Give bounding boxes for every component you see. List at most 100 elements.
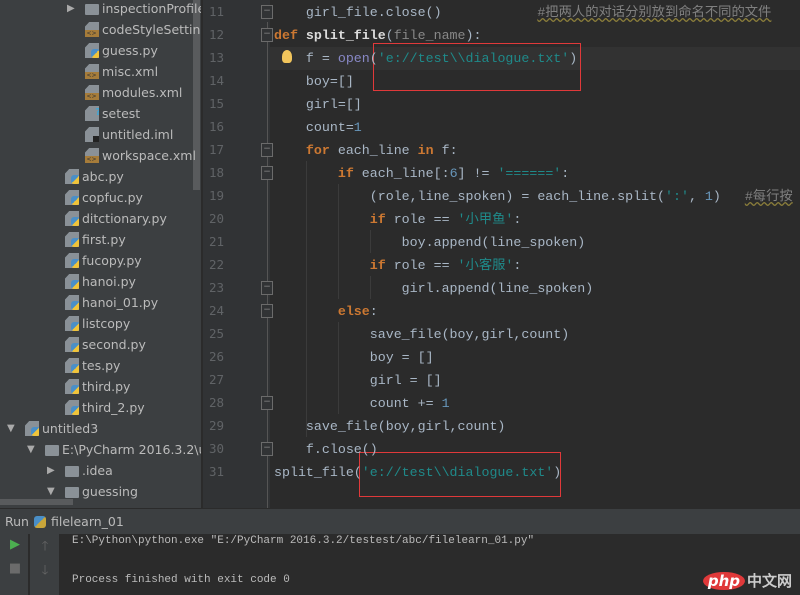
tree-item[interactable]: abc.py [47, 166, 124, 187]
code-line[interactable]: girl_file.close() #把两人的对话分别放到命名不同的文件 [274, 1, 771, 24]
tree-item[interactable]: guess.py [67, 40, 158, 61]
line-number: 16 [209, 119, 225, 134]
code-line[interactable]: if role == '小甲鱼': [274, 208, 522, 231]
code-token-kw: def [274, 28, 306, 43]
code-line[interactable]: (role,line_spoken) = each_line.split(':'… [274, 185, 793, 208]
code-token-kw: if [274, 258, 394, 273]
tree-item[interactable]: ▶ .idea [47, 460, 113, 481]
code-line[interactable]: if each_line[:6] != '======': [274, 162, 569, 185]
code-token: : [561, 166, 570, 181]
tree-item[interactable]: ▼ E:\PyCharm 2016.3.2\unt [27, 439, 201, 460]
code-editor[interactable]: girl_file.close() #把两人的对话分别放到命名不同的文件 def … [270, 0, 800, 508]
project-tree: ▶ inspectionProfiles codeStyleSettings gues… [0, 0, 201, 508]
unk-file-icon [85, 106, 99, 121]
code-line[interactable]: f = open('e://test\\dialogue.txt') [274, 47, 577, 70]
tree-item[interactable]: listcopy [47, 313, 130, 334]
tree-item[interactable]: hanoi_01.py [47, 292, 158, 313]
code-token: ) [569, 51, 578, 66]
code-line[interactable]: else: [274, 300, 378, 323]
line-number: 27 [209, 372, 225, 387]
tree-item-label: workspace.xml [102, 148, 196, 163]
code-token-kw: if [274, 212, 394, 227]
code-line[interactable]: count=1 [274, 116, 362, 139]
tree-item-label: untitled.iml [102, 127, 174, 142]
chevron-down-icon[interactable]: ▼ [7, 418, 19, 439]
tree-item[interactable]: workspace.xml [67, 145, 196, 166]
code-line[interactable]: boy.append(line_spoken) [274, 231, 586, 254]
code-token: : [369, 304, 378, 319]
code-token: ( [369, 51, 378, 66]
tree-item-label: second.py [82, 337, 146, 352]
tree-item[interactable]: third_2.py [47, 397, 145, 418]
code-line[interactable]: save_file(boy,girl,count) [274, 415, 506, 438]
tree-item[interactable]: first.py [47, 229, 126, 250]
fold-guide [267, 22, 268, 508]
code-token: ): [465, 28, 482, 43]
tree-item-label: abc.py [82, 169, 124, 184]
line-number: 22 [209, 257, 225, 272]
code-line[interactable]: girl=[] [274, 93, 362, 116]
python-file-icon [85, 43, 99, 58]
code-line[interactable]: boy = [] [274, 346, 434, 369]
code-line[interactable]: save_file(boy,girl,count) [274, 323, 570, 346]
code-token: save_file(boy,girl,count) [274, 419, 506, 434]
tree-item-label: third.py [82, 379, 131, 394]
code-line[interactable]: def split_file(file_name): [274, 24, 482, 47]
tree-item[interactable]: codeStyleSettings [67, 19, 201, 40]
console-toolbar-secondary: 🡑 🡓 [30, 534, 59, 595]
tree-item[interactable]: modules.xml [67, 82, 182, 103]
tree-item[interactable]: setest [67, 103, 140, 124]
tree-item[interactable]: ▼ guessing [47, 481, 138, 502]
stop-icon[interactable]: ■ [8, 561, 22, 576]
code-line[interactable]: boy=[] [274, 70, 354, 93]
tree-item[interactable]: ditctionary.py [47, 208, 167, 229]
tree-item[interactable]: second.py [47, 334, 146, 355]
tree-item-label: misc.xml [102, 64, 159, 79]
code-token: , [688, 189, 705, 204]
code-token: : [513, 258, 522, 273]
tree-item[interactable]: tes.py [47, 355, 120, 376]
tree-item[interactable]: ▼ untitled3 [7, 418, 98, 439]
run-icon[interactable]: ▶ [8, 537, 22, 552]
tree-item-label: guessing [82, 484, 138, 499]
code-line[interactable]: girl = [] [274, 369, 442, 392]
code-line[interactable]: split_file('e://test\\dialogue.txt') [274, 461, 561, 484]
down-arrow-icon[interactable]: 🡓 [38, 561, 52, 583]
line-number: 18 [209, 165, 225, 180]
line-number: 11 [209, 4, 225, 19]
code-token-cmt: #每行按 [744, 189, 793, 204]
code-token-num: 6 [449, 166, 458, 181]
chevron-down-icon[interactable]: ▼ [27, 439, 39, 460]
code-line[interactable]: for each_line in f: [274, 139, 458, 162]
up-arrow-icon[interactable]: 🡑 [38, 537, 52, 559]
code-line[interactable]: girl.append(line_spoken) [274, 277, 594, 300]
chevron-right-icon[interactable]: ▶ [47, 460, 59, 481]
line-number: 14 [209, 73, 225, 88]
code-token: count= [274, 120, 354, 135]
tree-item[interactable]: hanoi.py [47, 271, 136, 292]
python-file-icon [65, 274, 79, 289]
code-token: ( [385, 28, 394, 43]
chevron-down-icon[interactable]: ▼ [47, 481, 59, 502]
tree-item[interactable]: misc.xml [67, 61, 158, 82]
tree-item[interactable]: ▶ inspectionProfiles [67, 0, 201, 19]
tree-item[interactable]: copfuc.py [47, 187, 143, 208]
code-token-cmt: #把两人的对话分别放到命名不同的文件 [537, 5, 772, 20]
run-config-tab[interactable]: filelearn_01 [51, 514, 124, 529]
code-token-param: file_name [393, 28, 466, 43]
code-token: split_file( [274, 465, 362, 480]
tree-item[interactable]: fucopy.py [47, 250, 142, 271]
line-number: 26 [209, 349, 225, 364]
code-token: role == [393, 212, 458, 227]
tree-item[interactable]: untitled.iml [67, 124, 173, 145]
tree-item-label: hanoi_01.py [82, 295, 159, 310]
folder-icon [65, 487, 79, 498]
code-line[interactable]: f.close() [274, 438, 378, 461]
code-line[interactable]: if role == '小客服': [274, 254, 522, 277]
tree-item[interactable]: third.py [47, 376, 130, 397]
chevron-right-icon[interactable]: ▶ [67, 0, 79, 19]
line-number: 21 [209, 234, 225, 249]
code-line[interactable]: count += 1 [274, 392, 450, 415]
code-token-str: 'e://test\\dialogue.txt' [361, 465, 554, 480]
code-token-fn: split_file [305, 28, 386, 43]
